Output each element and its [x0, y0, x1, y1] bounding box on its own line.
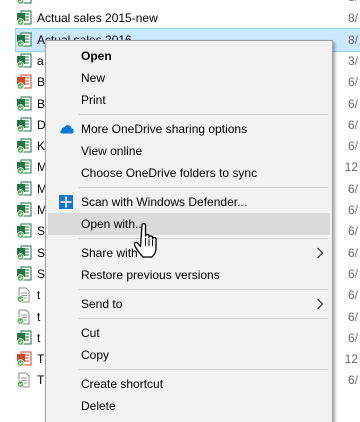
file-date-modified: 6/	[347, 203, 358, 217]
powerpoint-sync-icon	[16, 351, 32, 367]
menu-label-share-with: Share with	[81, 246, 138, 260]
menu-label-print: Print	[81, 93, 106, 107]
menu-label-cut: Cut	[81, 326, 100, 340]
file-date-modified: 6/	[347, 330, 358, 345]
menu-item-restore-versions[interactable]: Restore previous versions	[48, 264, 330, 286]
excel-sync-icon	[16, 181, 32, 197]
menu-separator	[79, 289, 328, 290]
excel-sync-icon	[16, 159, 32, 176]
menu-label-onedrive-sharing: More OneDrive sharing options	[81, 122, 248, 136]
text-file-icon	[16, 287, 32, 303]
file-date-modified: 6/	[347, 373, 358, 388]
excel-sync-icon	[16, 0, 32, 5]
menu-label-scan-defender: Scan with Windows Defender...	[81, 195, 248, 209]
menu-label-copy: Copy	[81, 348, 110, 362]
shield-icon	[58, 194, 74, 210]
cloud-icon	[58, 121, 74, 137]
menu-separator	[79, 318, 328, 319]
menu-item-onedrive-sharing[interactable]: More OneDrive sharing options	[48, 118, 330, 140]
menu-label-new: New	[81, 71, 106, 85]
excel-sync-icon	[16, 10, 32, 26]
excel-sync-icon	[16, 223, 32, 239]
excel-sync-icon	[16, 202, 32, 218]
chevron-right-icon	[316, 247, 324, 259]
menu-item-view-online[interactable]: View online	[48, 140, 330, 162]
text-file-icon	[16, 372, 32, 389]
excel-sync-icon	[16, 245, 32, 261]
excel-sync-icon	[16, 32, 32, 48]
menu-label-delete: Delete	[81, 399, 116, 413]
menu-item-copy[interactable]: Copy	[48, 344, 330, 366]
file-date-modified: 6/	[347, 181, 358, 196]
file-date-modified: 6/	[347, 309, 358, 324]
file-date-modified: 6/	[347, 117, 358, 132]
menu-separator	[79, 187, 328, 188]
menu-item-share-with[interactable]: Share with	[48, 242, 330, 264]
file-date-modified: 3/	[347, 53, 358, 68]
menu-item-new[interactable]: New	[48, 67, 330, 89]
file-date-modified: 8/	[347, 11, 358, 26]
excel-sync-icon	[16, 330, 32, 346]
menu-item-send-to[interactable]: Send to	[48, 293, 330, 315]
menu-label-send-to: Send to	[81, 297, 123, 311]
menu-item-print[interactable]: Print	[48, 89, 330, 111]
file-date-modified: 6/	[347, 224, 358, 239]
file-date-modified: 12	[344, 352, 358, 367]
file-date-modified: 8/	[347, 32, 358, 47]
menu-label-restore-versions: Restore previous versions	[81, 268, 220, 282]
file-date-modified: 6/	[347, 75, 358, 90]
menu-item-choose-folders[interactable]: Choose OneDrive folders to sync	[48, 162, 330, 184]
menu-label-choose-folders: Choose OneDrive folders to sync	[81, 166, 258, 180]
file-date-modified: 6/	[347, 245, 358, 260]
file-name: Actual sales 2015-new	[37, 11, 158, 26]
menu-item-open-with[interactable]: Open with...	[48, 213, 330, 235]
chevron-right-icon	[316, 298, 324, 310]
excel-sync-icon	[16, 117, 32, 133]
menu-separator	[79, 369, 328, 370]
menu-item-scan-defender[interactable]: Scan with Windows Defender...	[48, 191, 330, 213]
file-date-modified: 6/	[347, 288, 358, 303]
menu-item-create-shortcut[interactable]: Create shortcut	[48, 373, 330, 395]
hand-pointer-icon	[133, 222, 164, 262]
file-date-modified: 6/	[347, 96, 358, 111]
excel-sync-icon	[16, 138, 32, 154]
excel-sync-icon	[16, 96, 32, 112]
excel-sync-icon	[16, 53, 32, 69]
menu-label-create-shortcut: Create shortcut	[81, 377, 164, 391]
menu-item-cut[interactable]: Cut	[48, 322, 330, 344]
menu-label-view-online: View online	[81, 144, 143, 158]
menu-label-open: Open	[81, 49, 112, 63]
excel-sync-icon	[16, 266, 32, 282]
powerpoint-sync-icon	[16, 74, 32, 90]
menu-separator	[79, 114, 328, 115]
file-row[interactable]: Actual sales 2015-new 8/	[16, 7, 360, 29]
menu-separator	[79, 238, 328, 239]
file-date-modified: 12	[344, 160, 358, 175]
file-date-modified: 6/	[347, 266, 358, 281]
file-date-modified: 6/	[347, 139, 358, 154]
text-file-icon	[16, 309, 32, 325]
menu-item-delete[interactable]: Delete	[48, 395, 330, 417]
context-menu: Open New Print More OneDrive sharing opt…	[45, 40, 333, 422]
file-date-modified: 8/	[348, 0, 358, 4]
menu-item-open[interactable]: Open	[48, 45, 330, 67]
